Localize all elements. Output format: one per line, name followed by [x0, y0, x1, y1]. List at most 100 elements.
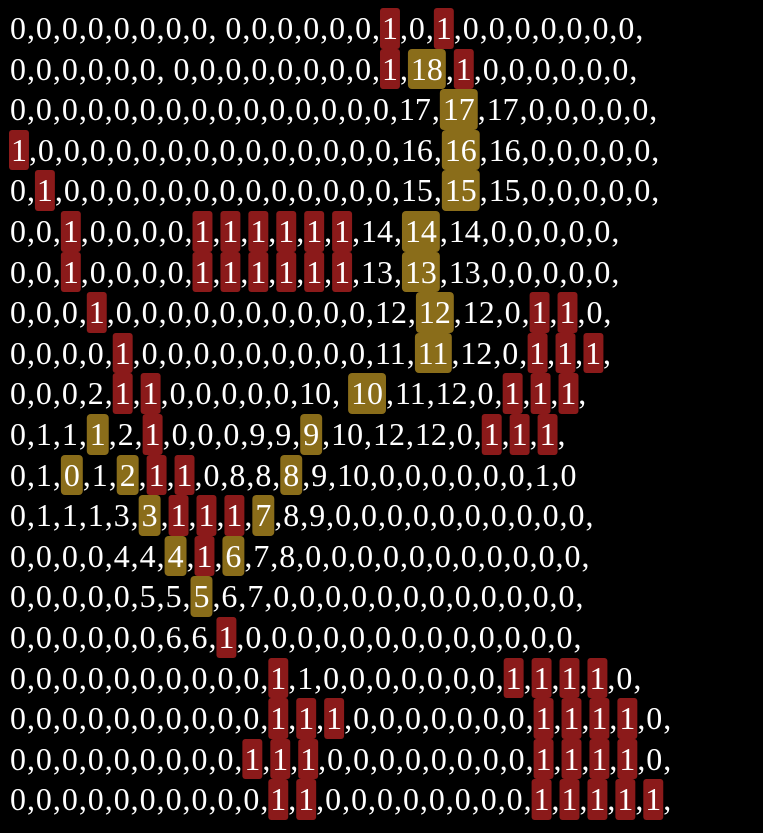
grid-cell: 0	[335, 497, 352, 534]
grid-cell: 0	[404, 456, 421, 493]
comma-separator: ,	[649, 91, 658, 128]
grid-cell: 0	[9, 618, 26, 655]
comma-separator: ,	[212, 212, 221, 249]
grid-cell-wall: 1	[617, 738, 638, 780]
grid-cell: 0	[634, 131, 651, 168]
comma-separator: ,	[370, 740, 379, 777]
comma-separator: ,	[324, 212, 333, 249]
grid-cell: 7	[253, 537, 270, 574]
comma-separator: ,	[451, 334, 460, 371]
grid-cell: 0	[430, 700, 447, 737]
comma-separator: ,	[78, 537, 87, 574]
comma-separator: ,	[625, 131, 634, 168]
grid-cell: 0	[61, 740, 78, 777]
grid-cell-wall: 1	[453, 48, 474, 90]
grid-cell-wall: 1	[332, 251, 353, 293]
comma-separator: ,	[106, 294, 115, 331]
comma-separator: ,	[533, 253, 542, 290]
grid-cell: 0	[9, 700, 26, 737]
comma-separator: ,	[26, 456, 35, 493]
grid-cell-wall: 1	[589, 738, 610, 780]
comma-separator: ,	[104, 740, 113, 777]
comma-separator: ,	[184, 253, 193, 290]
comma-separator: ,	[130, 10, 139, 46]
grid-cell-wall: 1	[276, 210, 297, 252]
grid-cell: 0	[251, 50, 268, 87]
comma-separator: ,	[130, 659, 139, 696]
comma-separator: ,	[603, 294, 612, 331]
comma-separator: ,	[579, 781, 588, 818]
comma-separator: ,	[525, 740, 534, 777]
grid-row: 0,0,0,1,0,0,0,0,0,0,0,0,0,0,12,12,12,0,1…	[9, 292, 757, 333]
grid-cell: 0	[299, 578, 316, 615]
comma-separator: ,	[523, 578, 532, 615]
comma-separator: ,	[374, 537, 383, 574]
comma-separator: ,	[421, 456, 430, 493]
comma-separator: ,	[547, 618, 556, 655]
comma-separator: ,	[391, 172, 400, 209]
grid-cell: 0	[273, 578, 290, 615]
grid-cell: 4	[113, 537, 130, 574]
comma-separator: ,	[521, 172, 530, 209]
comma-separator: ,	[26, 537, 35, 574]
grid-cell: 9	[309, 497, 326, 534]
grid-cell: 0	[347, 91, 364, 128]
comma-separator: ,	[262, 172, 271, 209]
comma-separator: ,	[52, 253, 61, 290]
grid-cell: 6	[191, 618, 208, 655]
grid-cell: 0	[167, 253, 184, 290]
grid-cell: 0	[297, 294, 314, 331]
grid-cell: 0	[35, 375, 52, 412]
grid-cell: 0	[63, 172, 80, 209]
grid-cell: 0	[303, 10, 320, 46]
grid-cell: 12	[435, 375, 468, 412]
grid-cell: 0	[167, 212, 184, 249]
grid-cell: 0	[349, 618, 366, 655]
comma-separator: ,	[495, 659, 504, 696]
comma-separator: ,	[212, 253, 221, 290]
grid-cell: 17	[398, 91, 431, 128]
grid-cell: 13	[361, 253, 393, 290]
grid-cell: 0	[323, 334, 340, 371]
grid-cell: 0	[408, 537, 425, 574]
comma-separator: ,	[651, 131, 660, 168]
grid-cell: 1	[61, 415, 78, 452]
grid-cell: 0	[297, 334, 314, 371]
comma-separator: ,	[260, 91, 269, 128]
grid-cell: 12	[462, 294, 495, 331]
grid-cell: 0	[193, 334, 210, 371]
grid-cell: 0	[245, 131, 262, 168]
comma-separator: ,	[130, 618, 139, 655]
grid-cell: 0	[87, 700, 104, 737]
grid-row: 0,1,0,1,2,1,1,0,8,8,8,9,10,0,0,0,0,0,0,1…	[9, 454, 757, 496]
comma-separator: ,	[585, 212, 594, 249]
grid-cell: 0	[430, 456, 447, 493]
grid-cell: 0	[87, 10, 104, 46]
grid-cell: 0	[139, 91, 156, 128]
comma-separator: ,	[80, 253, 89, 290]
comma-separator: ,	[328, 456, 337, 493]
grid-cell-wall: 1	[304, 251, 325, 293]
grid-cell: 0	[271, 172, 288, 209]
comma-separator: ,	[419, 781, 428, 818]
comma-separator: ,	[507, 212, 516, 249]
comma-separator: ,	[575, 578, 584, 615]
grid-cell: 0	[580, 91, 597, 128]
comma-separator: ,	[52, 375, 61, 412]
grid-cell: 0	[428, 578, 445, 615]
comma-separator: ,	[216, 497, 225, 534]
comma-separator: ,	[473, 700, 482, 737]
comma-separator: ,	[378, 497, 386, 534]
grid-cell: 0	[349, 294, 366, 331]
grid-cell: 1	[87, 497, 104, 534]
comma-separator: ,	[499, 456, 508, 493]
comma-separator: ,	[52, 781, 61, 818]
comma-separator: ,	[322, 537, 331, 574]
comma-separator: ,	[266, 415, 275, 452]
grid-cell: 12	[414, 415, 447, 452]
comma-separator: ,	[399, 537, 408, 574]
comma-separator: ,	[573, 172, 582, 209]
grid-cell: 0	[460, 537, 477, 574]
comma-separator: ,	[156, 91, 165, 128]
grid-cell: 0	[329, 10, 346, 46]
